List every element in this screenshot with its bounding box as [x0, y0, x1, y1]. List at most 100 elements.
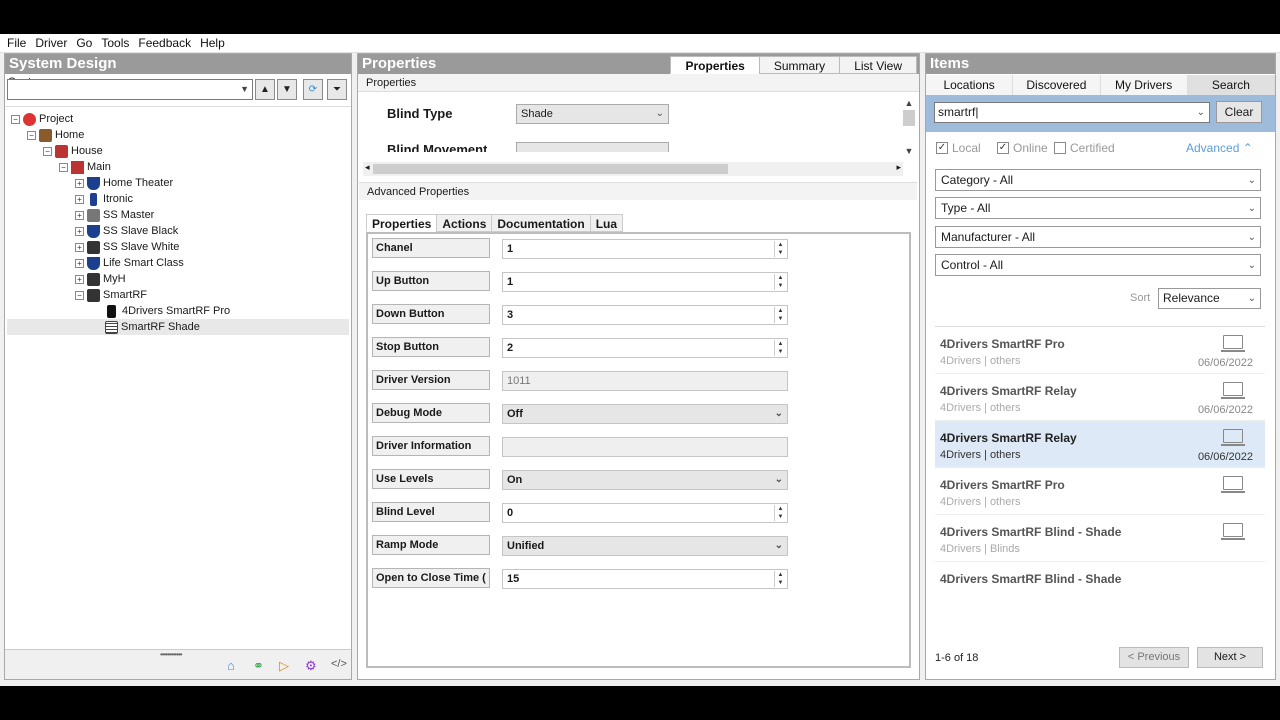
advanced-link[interactable]: Advanced ⌃ [1186, 141, 1253, 155]
menu-tools[interactable]: Tools [101, 36, 129, 50]
tree-item-home[interactable]: − Home [27, 127, 84, 143]
sort-select[interactable]: Relevance ⌄ [1158, 288, 1261, 309]
spinner-icon[interactable]: ▲ ▼ [774, 241, 786, 257]
tree-item-ss-slave-white[interactable]: + SS Slave White [75, 239, 179, 255]
clear-button[interactable]: Clear [1216, 101, 1262, 123]
property-row: Driver Version 1011 [372, 370, 790, 392]
refresh-icon[interactable]: ⟳ [303, 79, 323, 100]
list-item[interactable]: 4Drivers SmartRF Blind - Shade [935, 562, 1265, 609]
stop-button-input[interactable]: 2 ▲ ▼ [502, 338, 788, 358]
settings-icon[interactable]: ⚙ [305, 658, 317, 674]
spinner-icon[interactable]: ▲ ▼ [774, 505, 786, 521]
tree-item-main[interactable]: − Main [59, 159, 111, 175]
list-item[interactable]: 4Drivers SmartRF Relay 4Drivers | others… [935, 374, 1265, 421]
tab-lua[interactable]: Lua [589, 214, 624, 232]
tree-item-itronic[interactable]: + Itronic [75, 191, 133, 207]
tree-item-myh[interactable]: + MyH [75, 271, 126, 287]
filter-icon[interactable]: ⏷ [327, 79, 347, 100]
device-icon [87, 272, 100, 286]
blind-type-select[interactable]: Shade ⌄ [516, 104, 669, 124]
up-button-input[interactable]: 1 ▲ ▼ [502, 272, 788, 292]
chevron-down-icon: ⌄ [655, 108, 664, 119]
chevron-down-icon: ⌄ [1247, 293, 1256, 304]
shield-icon [87, 176, 100, 190]
certified-checkbox[interactable]: Certified [1054, 141, 1115, 155]
spinner-icon[interactable]: ▲ ▼ [774, 307, 786, 323]
menu-feedback[interactable]: Feedback [138, 36, 191, 50]
manufacturer-filter-select[interactable]: Manufacturer - All ⌄ [935, 226, 1261, 248]
system-design-title: System Design [5, 54, 351, 74]
monitor-icon [1221, 335, 1245, 352]
move-down-button[interactable]: ▼ [277, 79, 297, 100]
monitor-icon [1221, 476, 1245, 493]
shield-icon [87, 224, 100, 238]
play-icon[interactable]: ▷ [279, 658, 289, 674]
list-item[interactable]: 4Drivers SmartRF Pro 4Drivers | others 0… [935, 327, 1265, 374]
spinner-icon[interactable]: ▲ ▼ [774, 340, 786, 356]
tree-item-ss-master[interactable]: + SS Master [75, 207, 154, 223]
device-icon [87, 240, 100, 254]
down-button-input[interactable]: 3 ▲ ▼ [502, 305, 788, 325]
debug-mode-select[interactable]: Off ⌄ [502, 404, 788, 424]
menu-file[interactable]: File [7, 36, 26, 50]
checkbox-empty-icon [1054, 142, 1066, 154]
tab-actions[interactable]: Actions [436, 214, 493, 232]
resize-grip[interactable]: •••••••••••• [160, 650, 183, 659]
tab-properties[interactable]: Properties [670, 56, 760, 74]
properties-panel: Properties Properties Summary List View … [357, 53, 920, 680]
device-icon [87, 208, 100, 222]
blind-movement-select[interactable] [516, 142, 669, 152]
search-bar: smartrf| ⌄ Clear [926, 95, 1275, 132]
use-levels-select[interactable]: On ⌄ [502, 470, 788, 490]
menu-driver[interactable]: Driver [35, 36, 67, 50]
phone-icon [107, 304, 116, 318]
property-row: Down Button 3 ▲ ▼ [372, 304, 790, 326]
tab-summary[interactable]: Summary [758, 56, 841, 74]
search-input[interactable]: smartrf| ⌄ [934, 102, 1210, 123]
horizontal-scrollbar[interactable]: ◂ ▸ [363, 162, 903, 176]
link-icon[interactable]: ⚭ [253, 658, 264, 674]
tree-item-4drivers-smartrf-pro[interactable]: 4Drivers SmartRF Pro [105, 303, 230, 319]
ramp-mode-select[interactable]: Unified ⌄ [502, 536, 788, 556]
tree-item-life-smart-class[interactable]: + Life Smart Class [75, 255, 184, 271]
tree-item-smartrf-shade[interactable]: SmartRF Shade [7, 319, 349, 335]
blind-level-input[interactable]: 0 ▲ ▼ [502, 503, 788, 523]
local-checkbox[interactable]: ✓ Local [936, 141, 981, 155]
tree-item-home-theater[interactable]: + Home Theater [75, 175, 173, 191]
vertical-scrollbar[interactable]: ▲ ▼ [903, 98, 915, 162]
code-icon[interactable]: </> [331, 658, 347, 670]
tab-adv-properties[interactable]: Properties [366, 214, 438, 232]
list-item[interactable]: 4Drivers SmartRF Blind - Shade 4Drivers … [935, 515, 1265, 562]
category-filter-select[interactable]: Category - All ⌄ [935, 169, 1261, 191]
move-up-button[interactable]: ▲ [255, 79, 275, 100]
tree-item-project[interactable]: − Project [11, 111, 73, 127]
list-item[interactable]: 4Drivers SmartRF Pro 4Drivers | others [935, 468, 1265, 515]
app-window: File Driver Go Tools Feedback Help Syste… [0, 34, 1280, 686]
home-icon[interactable]: ⌂ [227, 658, 235, 673]
monitor-icon [1221, 429, 1245, 446]
online-checkbox[interactable]: ✓ Online [997, 141, 1048, 155]
open-to-close-time-input[interactable]: 15 ▲ ▼ [502, 569, 788, 589]
tab-documentation[interactable]: Documentation [491, 214, 591, 232]
tree-item-ss-slave-black[interactable]: + SS Slave Black [75, 223, 178, 239]
tab-my-drivers[interactable]: My Drivers [1100, 75, 1188, 95]
control-filter-select[interactable]: Control - All ⌄ [935, 254, 1261, 276]
chanel-input[interactable]: 1 ▲ ▼ [502, 239, 788, 259]
tab-discovered[interactable]: Discovered [1013, 75, 1101, 95]
scroll-thumb[interactable] [373, 164, 728, 174]
spinner-icon[interactable]: ▲ ▼ [774, 571, 786, 587]
tab-locations[interactable]: Locations [926, 75, 1014, 95]
menu-go[interactable]: Go [76, 36, 92, 50]
menu-help[interactable]: Help [200, 36, 225, 50]
spinner-icon[interactable]: ▲ ▼ [774, 274, 786, 290]
next-button[interactable]: Next > [1197, 647, 1263, 668]
property-row: Blind Level 0 ▲ ▼ [372, 502, 790, 524]
previous-button[interactable]: < Previous [1119, 647, 1189, 668]
system-search-input[interactable]: ▼ [7, 79, 253, 100]
tab-list-view[interactable]: List View [839, 56, 917, 74]
list-item[interactable]: 4Drivers SmartRF Relay 4Drivers | others… [935, 421, 1265, 468]
tree-item-house[interactable]: − House [43, 143, 103, 159]
tab-search[interactable]: Search [1187, 75, 1275, 95]
tree-item-smartrf[interactable]: − SmartRF [75, 287, 147, 303]
type-filter-select[interactable]: Type - All ⌄ [935, 197, 1261, 219]
